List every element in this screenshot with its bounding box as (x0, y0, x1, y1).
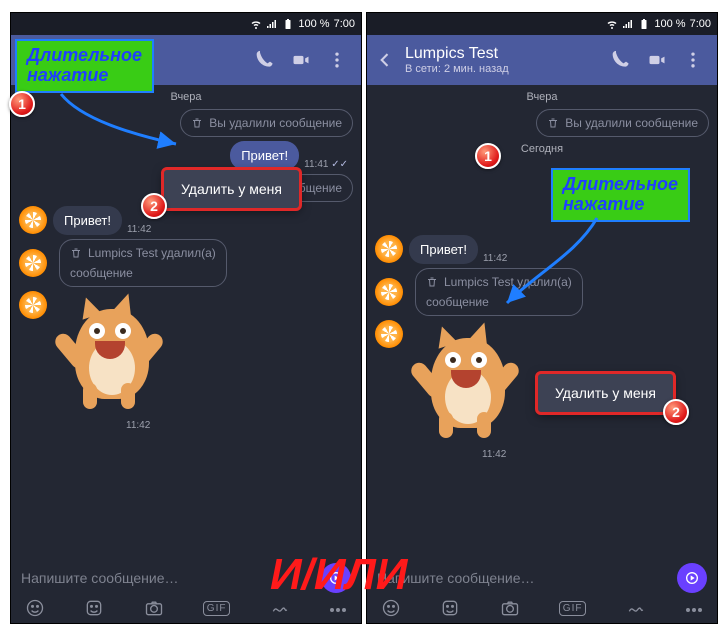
chat-body: Вчера Вы удалили сообщение Привет! 11:41… (11, 85, 361, 565)
badge-2: 2 (141, 193, 167, 219)
camera-button[interactable] (144, 598, 164, 618)
gif-button[interactable]: GIF (203, 601, 231, 616)
callout-longpress: Длительноенажатие (15, 39, 154, 93)
battery-pct: 100 % (298, 18, 329, 30)
trash-icon (191, 117, 203, 129)
battery-icon (638, 18, 650, 30)
deleted-message-out[interactable]: Вы удалили сообщение (375, 109, 709, 137)
read-ticks-icon: ✓✓ (331, 159, 348, 170)
avatar[interactable] (375, 235, 403, 263)
badge-1: 1 (9, 91, 35, 117)
camera-button[interactable] (500, 598, 520, 618)
peer-deleted-message[interactable]: Lumpics Test удалил(а) сообщение (19, 239, 353, 287)
badge-2: 2 (663, 399, 689, 425)
sticker-message[interactable] (19, 291, 353, 411)
battery-pct: 100 % (654, 18, 685, 30)
avatar[interactable] (19, 291, 47, 319)
sticker-button[interactable] (84, 598, 104, 618)
doodle-button[interactable] (270, 598, 290, 618)
more-tools-button[interactable] (329, 599, 347, 617)
trash-icon (547, 117, 559, 129)
signal-icon (266, 18, 278, 30)
message-input[interactable]: Напишите сообщение… (377, 570, 677, 586)
video-call-button[interactable] (639, 50, 675, 70)
status-bar: 100 % 7:00 (11, 13, 361, 35)
avatar[interactable] (19, 249, 47, 277)
peer-deleted-message[interactable]: Lumpics Test удалил(а) сообщение (375, 268, 709, 316)
call-button[interactable] (247, 50, 283, 70)
context-menu-delete-for-me[interactable]: Удалить у меня (537, 373, 674, 413)
trash-icon (70, 247, 82, 259)
day-separator-yesterday: Вчера (367, 91, 717, 103)
clock: 7:00 (690, 18, 711, 30)
gif-button[interactable]: GIF (559, 601, 587, 616)
composer: Напишите сообщение… GIF (367, 563, 717, 623)
sticker-button[interactable] (440, 598, 460, 618)
status-bar: 100 % 7:00 (367, 13, 717, 35)
message-hello-in[interactable]: Привет! 11:42 (19, 206, 353, 235)
emoji-button[interactable] (25, 598, 45, 618)
video-call-button[interactable] (283, 50, 319, 70)
day-separator-today: Сегодня (367, 143, 717, 155)
back-button[interactable] (373, 50, 397, 70)
or-label: И/ИЛИ (270, 550, 407, 600)
context-menu-delete-for-me[interactable]: Удалить у меня (163, 169, 300, 209)
message-hello-out[interactable]: Привет! 11:41 ✓✓ (19, 141, 353, 170)
chat-body: Вчера Вы удалили сообщение Сегодня Приве… (367, 85, 717, 565)
more-tools-button[interactable] (685, 599, 703, 617)
call-button[interactable] (603, 50, 639, 70)
header-title[interactable]: Lumpics Test В сети: 2 мин. назад (397, 45, 603, 75)
wifi-icon (250, 18, 262, 30)
badge-1: 1 (475, 143, 501, 169)
cat-sticker[interactable] (57, 291, 167, 411)
doodle-button[interactable] (626, 598, 646, 618)
trash-icon (426, 276, 438, 288)
avatar[interactable] (375, 278, 403, 306)
signal-icon (622, 18, 634, 30)
callout-longpress: Длительноенажатие (551, 168, 690, 222)
day-separator-yesterday: Вчера (11, 91, 361, 103)
deleted-message-out[interactable]: Вы удалили сообщение (19, 109, 353, 137)
send-button[interactable] (677, 563, 707, 593)
chat-header: Lumpics Test В сети: 2 мин. назад (367, 35, 717, 85)
clock: 7:00 (334, 18, 355, 30)
more-button[interactable] (675, 50, 711, 70)
cat-sticker[interactable] (413, 320, 523, 440)
avatar[interactable] (375, 320, 403, 348)
more-button[interactable] (319, 50, 355, 70)
message-hello-in[interactable]: Привет! 11:42 (375, 235, 709, 264)
wifi-icon (606, 18, 618, 30)
avatar[interactable] (19, 206, 47, 234)
emoji-button[interactable] (381, 598, 401, 618)
battery-icon (282, 18, 294, 30)
